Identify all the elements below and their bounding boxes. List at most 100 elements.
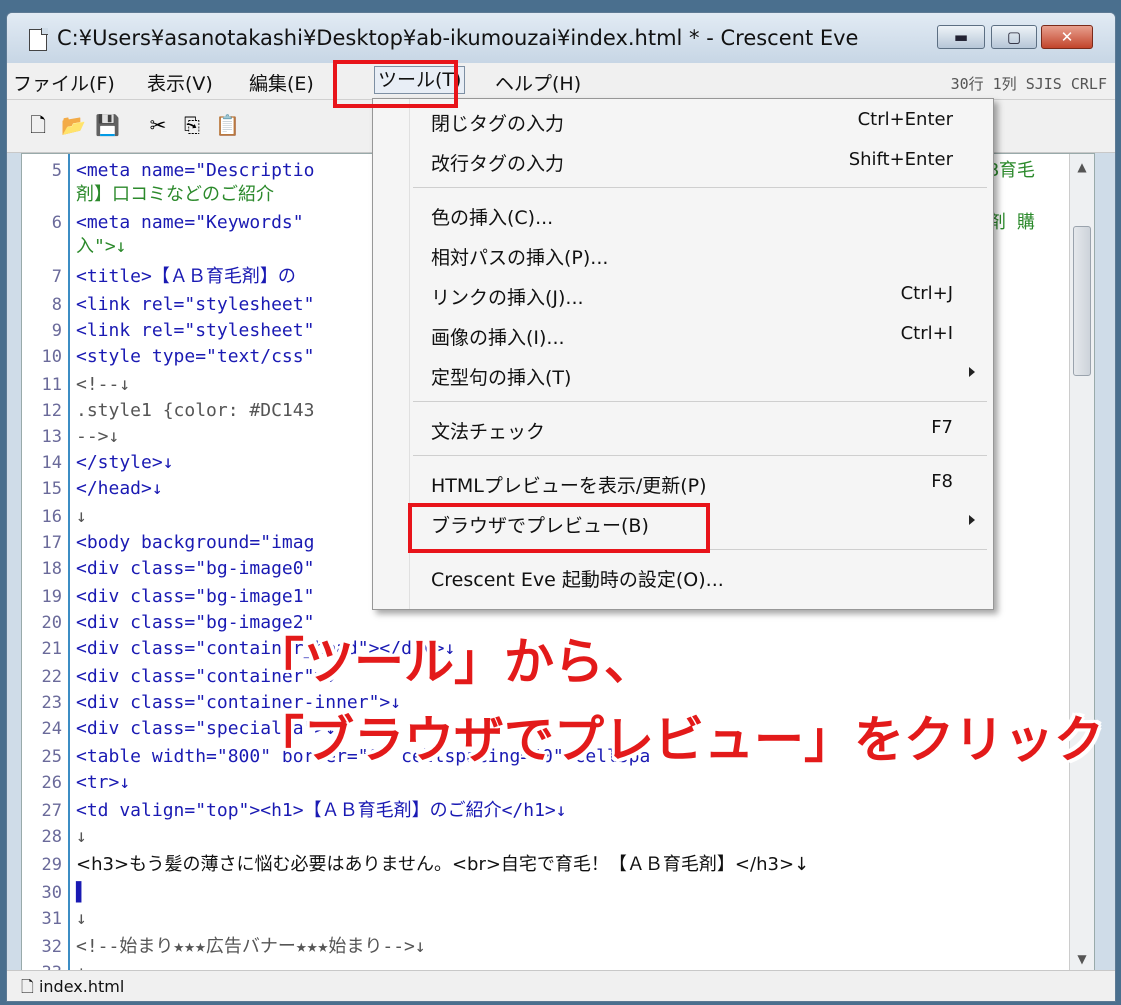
code-text: <meta name="Keywords" bbox=[76, 212, 304, 233]
tools-menu-item[interactable]: 相対パスの挿入(P)... bbox=[373, 235, 993, 275]
window-title: C:¥Users¥asanotakashi¥Desktop¥ab-ikumouz… bbox=[57, 26, 859, 50]
menu-item-label: 閉じタグの入力 bbox=[431, 113, 565, 135]
line-number: 21 bbox=[41, 639, 62, 659]
menu-item-shortcut: Ctrl+J bbox=[900, 283, 953, 304]
scroll-up-icon[interactable]: ▲ bbox=[1070, 160, 1094, 174]
code-line[interactable]: 29 <h3>もう髪の薄さに悩む必要はありません。<br>自宅で育毛！【ＡＢ育毛剤… bbox=[22, 852, 1072, 880]
save-icon[interactable]: 💾 bbox=[95, 114, 120, 136]
minimize-button[interactable]: ▬ bbox=[937, 25, 985, 49]
tools-menu-item[interactable]: 文法チェック F7 bbox=[373, 409, 993, 449]
menu-file[interactable]: ファイル(F) bbox=[13, 69, 115, 96]
submenu-arrow-icon bbox=[969, 515, 975, 525]
menu-bar: ファイル(F) 表示(V) 編集(E) ツール(T) ヘルプ(H) 30行 1列… bbox=[7, 63, 1115, 100]
line-number: 10 bbox=[41, 347, 62, 367]
code-text: <title>【ＡＢ育毛剤】の bbox=[76, 266, 296, 287]
scroll-thumb[interactable] bbox=[1073, 226, 1091, 376]
document-icon bbox=[29, 28, 48, 51]
tools-menu-item[interactable]: HTMLプレビューを表示/更新(P) F8 bbox=[373, 463, 993, 503]
highlight-browser-preview bbox=[408, 503, 710, 553]
menu-item-shortcut: Shift+Enter bbox=[848, 149, 953, 170]
code-line[interactable]: 30 ▌ bbox=[22, 880, 1072, 908]
open-folder-icon[interactable]: 📂 bbox=[61, 114, 86, 136]
tools-menu-item[interactable]: リンクの挿入(J)... Ctrl+J bbox=[373, 275, 993, 315]
code-text-overflow: B育毛 bbox=[988, 160, 1035, 181]
line-number: 9 bbox=[51, 321, 62, 341]
code-line[interactable]: 26 <tr>↓ bbox=[22, 770, 1072, 798]
code-text: <link rel="stylesheet" bbox=[76, 294, 315, 315]
code-line[interactable]: 31 ↓ bbox=[22, 906, 1072, 934]
code-text: <meta name="Descriptio bbox=[76, 160, 315, 181]
code-text: <style type="text/css" bbox=[76, 346, 315, 367]
tools-menu-item[interactable]: 定型句の挿入(T) bbox=[373, 355, 993, 395]
code-text: ↓ bbox=[76, 826, 87, 847]
menu-item-label: 定型句の挿入(T) bbox=[431, 367, 572, 389]
menu-separator bbox=[413, 455, 987, 456]
code-text: <body background="imag bbox=[76, 532, 315, 553]
copy-icon[interactable]: ⎘ bbox=[181, 114, 203, 136]
menu-item-label: HTMLプレビューを表示/更新(P) bbox=[431, 475, 707, 497]
line-number: 30 bbox=[41, 883, 62, 903]
tools-menu-item[interactable]: 閉じタグの入力 Ctrl+Enter bbox=[373, 101, 993, 141]
line-number: 25 bbox=[41, 747, 62, 767]
file-tab[interactable]: 🗋 index.html bbox=[21, 976, 124, 1001]
tools-menu-item[interactable]: 改行タグの入力 Shift+Enter bbox=[373, 141, 993, 181]
line-number: 27 bbox=[41, 801, 62, 821]
menu-separator bbox=[413, 187, 987, 188]
maximize-button[interactable]: ▢ bbox=[991, 25, 1037, 49]
menu-edit[interactable]: 編集(E) bbox=[249, 69, 314, 96]
menu-item-label: リンクの挿入(J)... bbox=[431, 287, 584, 309]
line-number: 15 bbox=[41, 479, 62, 499]
menu-item-shortcut: F8 bbox=[931, 471, 953, 492]
line-number: 23 bbox=[41, 693, 62, 713]
new-file-icon[interactable]: 🗋 bbox=[27, 114, 49, 136]
vertical-scrollbar[interactable]: ▲ ▼ bbox=[1069, 154, 1094, 972]
code-text: </style>↓ bbox=[76, 452, 174, 473]
code-text-overflow: 剤 購 bbox=[988, 212, 1035, 233]
close-button[interactable]: ✕ bbox=[1041, 25, 1093, 49]
minimize-icon: ▬ bbox=[953, 28, 969, 46]
code-text: ▌ bbox=[76, 882, 87, 903]
tools-menu-item[interactable]: Crescent Eve 起動時の設定(O)... bbox=[373, 557, 993, 597]
line-number: 29 bbox=[41, 855, 62, 875]
line-number: 28 bbox=[41, 827, 62, 847]
code-text: -->↓ bbox=[76, 426, 120, 447]
code-line[interactable]: 28 ↓ bbox=[22, 824, 1072, 852]
cursor-encoding-status: 30行 1列 SJIS CRLF bbox=[950, 75, 1107, 93]
tools-menu-item[interactable]: 画像の挿入(I)... Ctrl+I bbox=[373, 315, 993, 355]
menu-item-shortcut: Ctrl+I bbox=[900, 323, 953, 344]
menu-item-label: 文法チェック bbox=[431, 421, 546, 443]
cut-icon[interactable]: ✂ bbox=[147, 114, 169, 136]
line-number: 6 bbox=[51, 213, 62, 233]
tools-menu-item[interactable]: 色の挿入(C)... bbox=[373, 195, 993, 235]
menu-item-label: 改行タグの入力 bbox=[431, 153, 565, 175]
line-number: 31 bbox=[41, 909, 62, 929]
code-text: <h3>もう髪の薄さに悩む必要はありません。<br>自宅で育毛！【ＡＢ育毛剤】<… bbox=[76, 854, 810, 875]
scroll-down-icon[interactable]: ▼ bbox=[1070, 952, 1094, 966]
annotation-line-1: 「ツール」から、 bbox=[254, 633, 654, 691]
line-number: 22 bbox=[41, 667, 62, 687]
menu-item-label: 相対パスの挿入(P)... bbox=[431, 247, 609, 269]
line-number: 20 bbox=[41, 613, 62, 633]
menu-item-label: 画像の挿入(I)... bbox=[431, 327, 565, 349]
line-number: 14 bbox=[41, 453, 62, 473]
code-text: <!--↓ bbox=[76, 374, 131, 395]
menu-help[interactable]: ヘルプ(H) bbox=[495, 69, 581, 96]
code-text: <!--始まり★★★広告バナー★★★始まり-->↓ bbox=[76, 936, 426, 957]
menu-view[interactable]: 表示(V) bbox=[147, 69, 213, 96]
highlight-tools-menu bbox=[333, 60, 458, 108]
menu-separator bbox=[413, 401, 987, 402]
code-text: <div class="bg-image1" bbox=[76, 586, 315, 607]
menu-item-label: Crescent Eve 起動時の設定(O)... bbox=[431, 569, 724, 591]
line-number: 7 bbox=[51, 267, 62, 287]
line-number: 32 bbox=[41, 937, 62, 957]
code-line[interactable]: 32 <!--始まり★★★広告バナー★★★始まり-->↓ bbox=[22, 934, 1072, 962]
paste-icon[interactable]: 📋 bbox=[215, 114, 240, 136]
code-line[interactable]: 27 <td valign="top"><h1>【ＡＢ育毛剤】のご紹介</h1>↓ bbox=[22, 798, 1072, 826]
status-bar: 🗋 index.html bbox=[7, 970, 1115, 1001]
menu-item-label: 色の挿入(C)... bbox=[431, 207, 554, 229]
line-number: 11 bbox=[41, 375, 62, 395]
line-number: 16 bbox=[41, 507, 62, 527]
annotation-line-2: 「ブラウザでプレビュー」をクリック bbox=[254, 711, 1104, 769]
title-bar[interactable]: C:¥Users¥asanotakashi¥Desktop¥ab-ikumouz… bbox=[7, 13, 1115, 63]
code-text: 剤】口コミなどのご紹介 bbox=[76, 184, 274, 205]
